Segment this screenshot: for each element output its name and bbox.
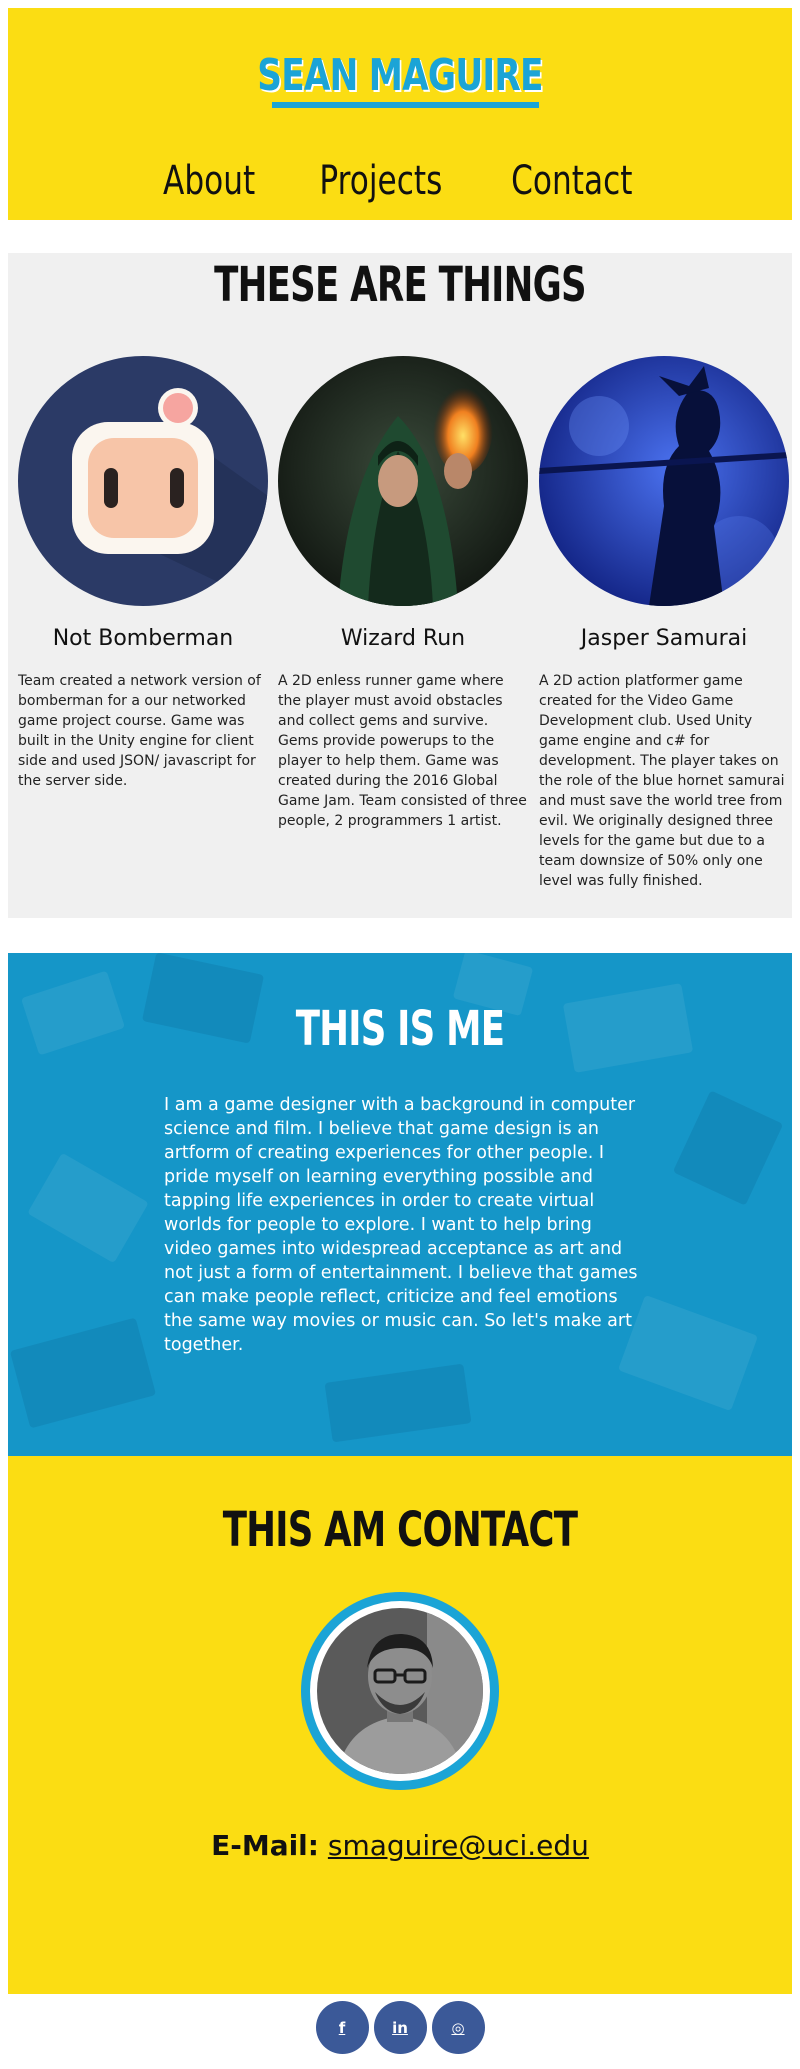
wizard-thumbnail[interactable]	[278, 356, 528, 606]
main-nav: About Projects Contact	[8, 158, 792, 204]
profile-avatar	[301, 1592, 499, 1790]
facebook-button[interactable]: f	[315, 2001, 369, 2054]
lego-brick-decoration	[672, 1090, 784, 1206]
facebook-icon: f	[338, 2018, 346, 2037]
lego-brick-decoration	[9, 1317, 157, 1429]
about-title: THIS IS ME	[295, 1001, 505, 1057]
site-header: SEAN MAGUIRE About Projects Contact	[8, 8, 792, 220]
projects-title: THESE ARE THINGS	[214, 257, 586, 313]
contact-title: THIS AM CONTACT	[222, 1502, 578, 1558]
projects-section: THESE ARE THINGS Not Bomberman Team crea…	[8, 253, 792, 918]
profile-photo	[317, 1608, 483, 1774]
project-card-wizard-run: Wizard Run A 2D enless runner game where…	[278, 356, 528, 831]
email-label: E-Mail:	[211, 1829, 319, 1862]
email-line: E-Mail: smaguire@uci.edu	[8, 1829, 792, 1862]
instagram-icon: ◎	[451, 2018, 465, 2037]
email-link[interactable]: smaguire@uci.edu	[328, 1829, 589, 1862]
nav-link-about[interactable]: About	[163, 158, 255, 204]
about-bio: I am a game designer with a background i…	[164, 1095, 638, 1355]
nav-link-contact[interactable]: Contact	[511, 158, 632, 204]
lego-brick-decoration	[27, 1152, 149, 1264]
project-name: Jasper Samurai	[580, 626, 748, 651]
project-description: A 2D enless runner game where the player…	[278, 673, 527, 829]
linkedin-button[interactable]: in	[373, 2001, 427, 2054]
instagram-button[interactable]: ◎	[431, 2001, 485, 2054]
samurai-thumbnail[interactable]	[539, 356, 789, 606]
project-card-not-bomberman: Not Bomberman Team created a network ver…	[18, 356, 268, 791]
social-links: f in ◎	[0, 2001, 800, 2054]
logo-underline	[272, 102, 539, 108]
contact-section: THIS AM CONTACT E-Mail: smaguire@uci.edu	[8, 1456, 792, 1994]
about-section: THIS IS ME I am a game designer with a b…	[8, 953, 792, 1456]
project-description: A 2D action platformer game created for …	[539, 673, 785, 889]
bomberman-thumbnail[interactable]	[18, 356, 268, 606]
project-description: Team created a network version of bomber…	[18, 673, 261, 789]
nav-link-projects[interactable]: Projects	[320, 158, 443, 204]
project-card-jasper-samurai: Jasper Samurai A 2D action platformer ga…	[539, 356, 789, 891]
lego-brick-decoration	[324, 1363, 472, 1443]
project-name: Not Bomberman	[52, 626, 234, 651]
site-logo[interactable]: SEAN MAGUIRE	[94, 50, 706, 101]
project-name: Wizard Run	[340, 626, 466, 651]
linkedin-icon: in	[392, 2018, 408, 2037]
